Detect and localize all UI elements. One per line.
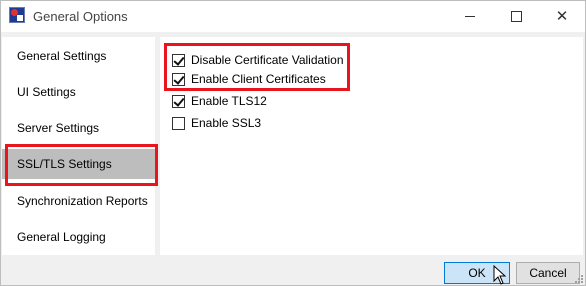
app-icon	[9, 7, 25, 23]
option-label: Enable SSL3	[191, 116, 262, 130]
sidebar-item-general-settings[interactable]: General Settings	[2, 41, 155, 71]
checkbox-checked-icon[interactable]	[172, 94, 185, 108]
sidebar-item-label: Server Settings	[17, 121, 100, 135]
window-title: General Options	[33, 9, 128, 24]
sidebar-item-label: General Settings	[17, 49, 107, 63]
resize-grip-icon[interactable]	[573, 273, 583, 283]
certificate-options-highlight-box	[164, 43, 350, 91]
option-enable-ssl3[interactable]: Enable SSL3	[172, 114, 261, 132]
sidebar-item-synchronization-reports[interactable]: Synchronization Reports	[2, 186, 155, 216]
ssl-tls-highlight-box	[5, 144, 158, 186]
mouse-cursor-icon	[493, 265, 507, 285]
minimize-button[interactable]	[447, 1, 493, 32]
maximize-button[interactable]	[493, 1, 539, 32]
checkbox-unchecked-icon[interactable]	[172, 116, 185, 130]
sidebar-item-label: Synchronization Reports	[17, 194, 148, 208]
title-bar[interactable]: General Options ✕	[1, 1, 585, 32]
cancel-button[interactable]: Cancel	[516, 262, 580, 284]
minimize-icon	[465, 16, 475, 17]
sidebar-item-general-logging[interactable]: General Logging	[2, 222, 155, 252]
option-enable-tls12[interactable]: Enable TLS12	[172, 92, 267, 110]
general-options-dialog: General Options ✕ General Settings UI Se…	[0, 0, 586, 286]
option-label: Enable TLS12	[191, 94, 267, 108]
sidebar-item-label: General Logging	[17, 230, 106, 244]
sidebar-item-server-settings[interactable]: Server Settings	[2, 113, 155, 143]
close-button[interactable]: ✕	[539, 1, 585, 32]
maximize-icon	[510, 11, 522, 22]
sidebar-item-ui-settings[interactable]: UI Settings	[2, 77, 155, 107]
close-icon: ✕	[555, 8, 569, 25]
sidebar-item-label: UI Settings	[17, 85, 76, 99]
